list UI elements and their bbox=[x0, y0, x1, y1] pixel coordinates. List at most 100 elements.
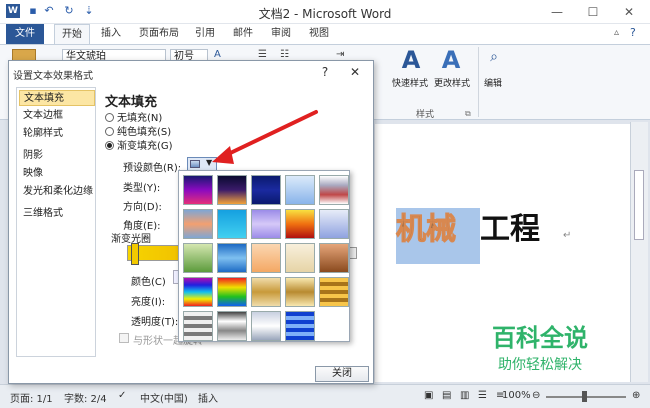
gradient-swatch[interactable] bbox=[251, 311, 281, 341]
vertical-scrollbar[interactable] bbox=[630, 122, 648, 382]
scroll-thumb[interactable] bbox=[634, 170, 644, 240]
nav-text-outline[interactable]: 文本边框 bbox=[19, 108, 95, 124]
solid-fill-label: 纯色填充(S) bbox=[117, 127, 172, 138]
close-button[interactable]: 关闭 bbox=[315, 366, 369, 382]
page-indicator[interactable]: 页面: 1/1 bbox=[10, 390, 53, 405]
edit-label[interactable]: 编辑 bbox=[478, 76, 508, 89]
gradient-fill-option[interactable]: 渐变填充(G) bbox=[105, 141, 173, 153]
nav-glow-soft-edges[interactable]: 发光和柔化边缘 bbox=[19, 184, 95, 200]
tab-insert[interactable]: 插入 bbox=[94, 24, 128, 44]
gradient-swatch[interactable] bbox=[319, 277, 349, 307]
quick-styles-icon[interactable]: A bbox=[396, 47, 426, 73]
gradient-swatch[interactable] bbox=[183, 209, 213, 239]
gradient-swatch[interactable] bbox=[251, 175, 281, 205]
radio-selected-icon[interactable] bbox=[105, 141, 114, 150]
gradient-swatch[interactable] bbox=[183, 175, 213, 205]
preset-gradient-gallery bbox=[178, 170, 350, 342]
gradient-swatch[interactable] bbox=[217, 311, 247, 341]
preset-colors-label: 预设颜色(R): bbox=[123, 163, 182, 174]
no-fill-option[interactable]: 无填充(N) bbox=[105, 113, 162, 125]
tab-references[interactable]: 引用 bbox=[188, 24, 222, 44]
bullets-icon[interactable]: ☰ bbox=[258, 49, 267, 60]
nav-3d-format[interactable]: 三维格式 bbox=[19, 206, 95, 222]
title-bar: W ▪ ↶ ↻ ⇣ 文档2 - Microsoft Word — ☐ ✕ bbox=[0, 0, 650, 24]
gradient-fill-label: 渐变填充(G) bbox=[117, 141, 173, 152]
word-count[interactable]: 字数: 2/4 bbox=[64, 390, 107, 405]
gradient-swatch[interactable] bbox=[285, 175, 315, 205]
tab-file[interactable]: 文件 bbox=[6, 24, 44, 44]
dialog-help-button[interactable]: ? bbox=[315, 63, 335, 81]
gradient-swatch[interactable] bbox=[217, 243, 247, 273]
gradient-swatch[interactable] bbox=[183, 243, 213, 273]
gradient-swatch[interactable] bbox=[183, 311, 213, 341]
tab-page-layout[interactable]: 页面布局 bbox=[132, 24, 186, 44]
gradient-swatch[interactable] bbox=[285, 243, 315, 273]
gradient-swatch[interactable] bbox=[217, 175, 247, 205]
styles-launcher-icon[interactable]: ⧉ bbox=[465, 109, 471, 119]
watermark-title: 百科全说 bbox=[492, 324, 588, 352]
gradient-stop-handle[interactable] bbox=[131, 243, 139, 265]
fullscreen-read-icon[interactable]: ▤ bbox=[442, 390, 451, 401]
insert-mode[interactable]: 插入 bbox=[198, 390, 218, 405]
collapse-ribbon-icon[interactable]: ▵ bbox=[614, 27, 619, 38]
tab-review[interactable]: 审阅 bbox=[264, 24, 298, 44]
preset-colors-dropdown[interactable]: ▼ bbox=[187, 157, 217, 171]
dialog-title: 设置文本效果格式 bbox=[13, 71, 93, 82]
clear-format-icon[interactable]: A bbox=[214, 49, 221, 60]
gradient-swatch[interactable] bbox=[183, 277, 213, 307]
zoom-in-icon[interactable]: ⊕ bbox=[632, 390, 640, 401]
nav-reflection[interactable]: 映像 bbox=[19, 166, 95, 182]
type-label: 类型(Y): bbox=[123, 183, 161, 194]
rotate-with-shape-checkbox[interactable] bbox=[119, 333, 129, 343]
zoom-level[interactable]: 100% bbox=[502, 390, 531, 401]
tab-view[interactable]: 视图 bbox=[302, 24, 336, 44]
solid-fill-option[interactable]: 纯色填充(S) bbox=[105, 127, 171, 139]
preset-swatch-icon bbox=[190, 160, 200, 168]
outline-icon[interactable]: ☰ bbox=[478, 390, 487, 401]
dialog-close-icon[interactable]: ✕ bbox=[345, 63, 365, 81]
nav-shadow[interactable]: 阴影 bbox=[19, 148, 95, 164]
gradient-swatch[interactable] bbox=[319, 243, 349, 273]
status-bar: 页面: 1/1 字数: 2/4 ✓ 中文(中国) 插入 ▣ ▤ ▥ ☰ ≡ 10… bbox=[0, 384, 650, 408]
radio-icon[interactable] bbox=[105, 127, 114, 136]
zoom-out-icon[interactable]: ⊖ bbox=[532, 390, 540, 401]
tab-mailings[interactable]: 邮件 bbox=[226, 24, 260, 44]
print-layout-icon[interactable]: ▣ bbox=[424, 390, 433, 401]
numbering-icon[interactable]: ☷ bbox=[280, 49, 289, 60]
gradient-swatch[interactable] bbox=[251, 209, 281, 239]
gradient-swatch[interactable] bbox=[251, 243, 281, 273]
close-window-button[interactable]: ✕ bbox=[616, 2, 642, 22]
language-indicator[interactable]: 中文(中国) bbox=[140, 390, 188, 405]
change-styles-icon[interactable]: A bbox=[436, 47, 466, 73]
proofing-icon[interactable]: ✓ bbox=[118, 390, 126, 401]
radio-icon[interactable] bbox=[105, 113, 114, 122]
panel-title: 文本填充 bbox=[105, 95, 158, 110]
color-label: 颜色(C) bbox=[131, 277, 166, 288]
document-text-plain[interactable]: 工程 bbox=[480, 210, 540, 250]
dropdown-arrow-icon: ▼ bbox=[206, 158, 213, 167]
gradient-swatch[interactable] bbox=[285, 311, 315, 341]
gradient-swatch[interactable] bbox=[217, 209, 247, 239]
help-icon[interactable]: ? bbox=[630, 26, 636, 39]
nav-text-fill[interactable]: 文本填充 bbox=[19, 90, 95, 106]
change-styles-label[interactable]: 更改样式 bbox=[430, 76, 474, 89]
minimize-button[interactable]: — bbox=[544, 2, 570, 22]
gradient-swatch[interactable] bbox=[285, 277, 315, 307]
tab-home[interactable]: 开始 bbox=[54, 24, 90, 44]
indent-icon[interactable]: ⇥ bbox=[336, 49, 344, 60]
gradient-swatch[interactable] bbox=[319, 175, 349, 205]
gradient-swatch[interactable] bbox=[217, 277, 247, 307]
maximize-button[interactable]: ☐ bbox=[580, 2, 606, 22]
brightness-label: 亮度(I): bbox=[131, 297, 166, 308]
find-icon[interactable]: ⌕ bbox=[484, 49, 504, 69]
gradient-swatch[interactable] bbox=[251, 277, 281, 307]
gradient-swatch[interactable] bbox=[285, 209, 315, 239]
gradient-swatch[interactable] bbox=[319, 209, 349, 239]
nav-outline-style[interactable]: 轮廓样式 bbox=[19, 126, 95, 142]
watermark-subtitle: 助你轻松解决 bbox=[498, 357, 582, 373]
document-text-gradient[interactable]: 机械 bbox=[396, 210, 457, 250]
web-layout-icon[interactable]: ▥ bbox=[460, 390, 469, 401]
transparency-label: 透明度(T): bbox=[131, 317, 179, 328]
zoom-slider-thumb[interactable] bbox=[582, 391, 587, 402]
quick-styles-label[interactable]: 快速样式 bbox=[388, 76, 432, 89]
